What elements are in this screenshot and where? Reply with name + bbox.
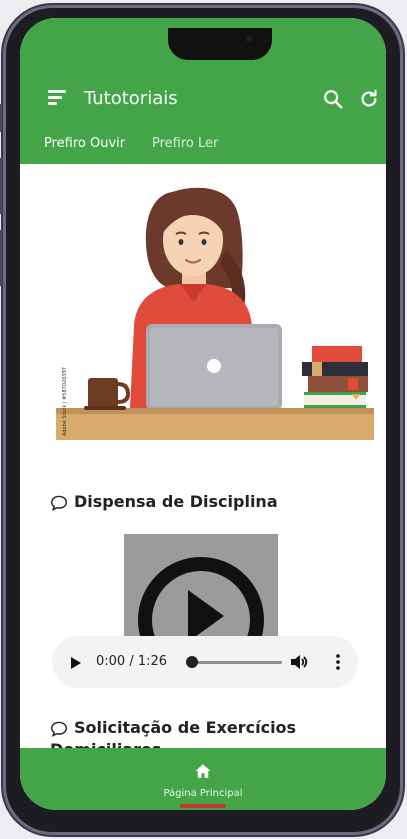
section-title-dispensa: Dispensa de Disciplina [50, 492, 278, 511]
side-button-volume-up [0, 158, 2, 214]
play-icon [138, 557, 264, 638]
tab-prefiro-ouvir[interactable]: Prefiro Ouvir [44, 136, 125, 151]
section-title-text: Solicitação de Exercícios [74, 718, 297, 737]
menu-icon[interactable] [48, 90, 66, 106]
refresh-icon[interactable] [358, 88, 380, 110]
toolbar: Tutotoriais [20, 78, 386, 118]
section-title-text: Dispensa de Disciplina [74, 492, 278, 511]
camera-notch [168, 28, 272, 60]
home-indicator [180, 804, 226, 808]
bottom-nav: Página Principal [20, 748, 386, 810]
section-title-solicitacao: Solicitação de Exercícios [50, 718, 296, 737]
search-icon[interactable] [322, 88, 344, 110]
side-button-volume-down [0, 230, 2, 286]
more-vertical-icon[interactable] [336, 654, 340, 670]
audio-progress-thumb[interactable] [186, 656, 198, 668]
phone-frame: Tutotoriais Prefiro Ouvir Prefiro Ler Ad… [0, 8, 400, 832]
app-screen: Tutotoriais Prefiro Ouvir Prefiro Ler Ad… [20, 18, 386, 810]
tab-prefiro-ler[interactable]: Prefiro Ler [152, 136, 218, 151]
tab-bar: Prefiro Ouvir Prefiro Ler [20, 132, 386, 162]
audio-player: 0:00 / 1:26 [52, 636, 358, 688]
audio-time: 0:00 / 1:26 [96, 654, 168, 669]
page-title: Tutotoriais [84, 88, 178, 109]
nav-home-label[interactable]: Página Principal [20, 788, 386, 799]
svg-text:Adobe Stock | #587020397: Adobe Stock | #587020397 [62, 367, 68, 436]
side-button-mute [0, 104, 2, 132]
tutorial-illustration: Adobe Stock | #587020397 [56, 187, 374, 440]
volume-icon[interactable] [290, 654, 308, 670]
chat-bubble-icon [50, 495, 68, 511]
video-thumbnail[interactable] [124, 534, 278, 638]
chat-bubble-icon [50, 721, 68, 737]
audio-progress-track[interactable] [188, 661, 282, 664]
audio-play-icon[interactable] [70, 656, 82, 670]
home-icon[interactable] [194, 762, 212, 780]
